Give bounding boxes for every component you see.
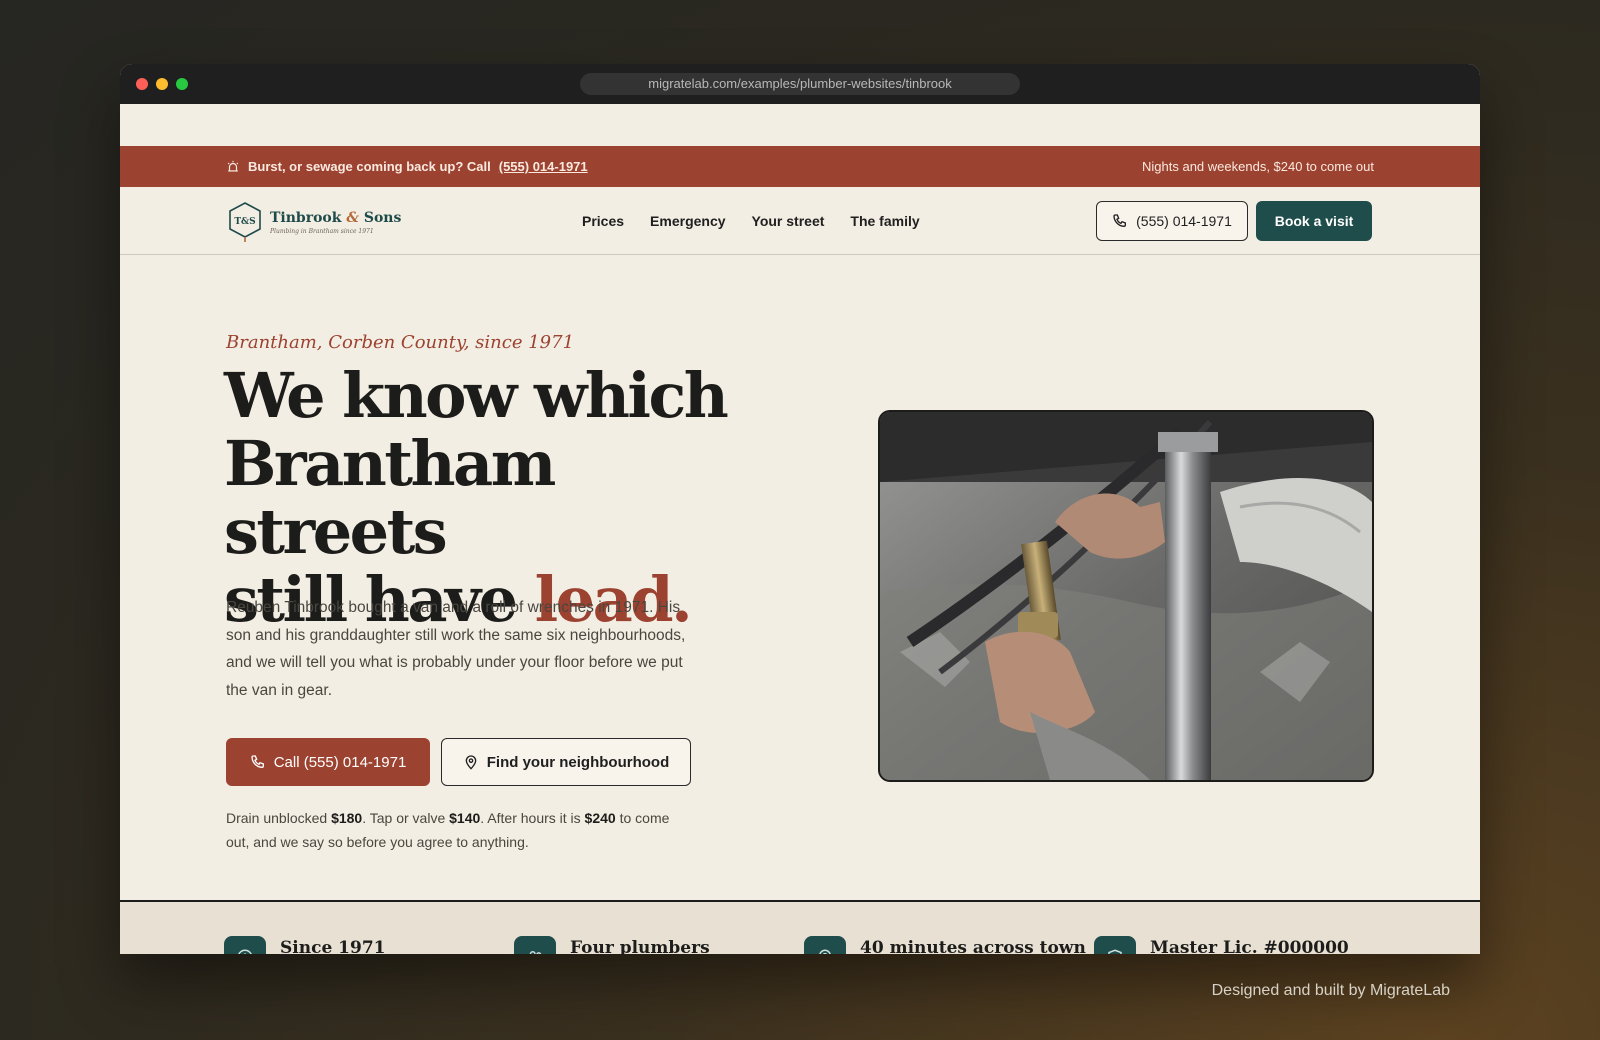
find-neighbourhood-label: Find your neighbourhood	[486, 753, 670, 771]
price-summary: Drain unblocked $180. Tap or valve $140.…	[226, 810, 670, 850]
nav-link-the-family[interactable]: The family	[850, 213, 919, 229]
nav-link-emergency[interactable]: Emergency	[650, 213, 725, 229]
brand-tagline: Plumbing in Brantham since 1971	[270, 227, 374, 235]
nav-link-prices[interactable]: Prices	[582, 213, 624, 229]
people-icon	[514, 936, 556, 954]
stat-travel-time: 40 minutes across town	[804, 936, 1086, 954]
logo-monogram: T&S	[234, 217, 255, 227]
alert-message: Burst, or sewage coming back up? Call (5…	[226, 146, 588, 187]
brand-name: Tinbrook & Sons	[270, 209, 402, 226]
hero-photo	[878, 410, 1374, 782]
call-button[interactable]: Call (555) 014-1971	[226, 738, 430, 786]
siren-icon	[227, 160, 239, 172]
price-after-hours: $240	[584, 810, 616, 826]
price-tap: $140	[449, 810, 481, 826]
address-bar[interactable]: migratelab.com/examples/plumber-websites…	[580, 73, 1020, 95]
after-hours-note: Nights and weekends, $240 to come out	[1142, 159, 1374, 174]
stat-travel-time-label: 40 minutes across town	[860, 938, 1086, 954]
map-pin-icon	[465, 755, 477, 770]
shield-icon	[1094, 936, 1136, 954]
hero-lede: Reuben Tinbrook bought a van and a roll …	[226, 599, 686, 699]
main-nav: T&S Tinbrook & Sons Plumbing in Brantham…	[120, 187, 1480, 255]
top-spacer	[120, 104, 1480, 146]
stats-strip: Since 1971 Four plumbers 40 minutes acro…	[120, 900, 1480, 954]
nav-phone-button[interactable]: (555) 014-1971	[1096, 201, 1248, 241]
page-viewport: Burst, or sewage coming back up? Call (5…	[120, 104, 1480, 954]
price-drain: $180	[331, 810, 363, 826]
browser-chrome: migratelab.com/examples/plumber-websites…	[120, 64, 1480, 104]
alert-text: Burst, or sewage coming back up? Call	[248, 159, 491, 174]
find-neighbourhood-button[interactable]: Find your neighbourhood	[441, 738, 691, 786]
emergency-alert-bar: Burst, or sewage coming back up? Call (5…	[120, 146, 1480, 187]
maximize-window-button[interactable]	[176, 78, 188, 90]
browser-window: migratelab.com/examples/plumber-websites…	[120, 64, 1480, 954]
minimize-window-button[interactable]	[156, 78, 168, 90]
plumber-at-work-image	[880, 412, 1372, 780]
nav-phone-label: (555) 014-1971	[1136, 213, 1232, 229]
stat-plumbers-label: Four plumbers	[570, 938, 710, 954]
hero-eyebrow: Brantham, Corben County, since 1971	[226, 332, 575, 353]
call-button-label: Call (555) 014-1971	[273, 753, 407, 771]
logo-badge-icon: T&S	[229, 202, 261, 242]
phone-icon	[251, 755, 264, 769]
pin-icon	[804, 936, 846, 954]
close-window-button[interactable]	[136, 78, 148, 90]
stat-license: Master Lic. #000000	[1094, 936, 1349, 954]
logo[interactable]: T&S Tinbrook & Sons Plumbing in Brantham…	[226, 201, 401, 243]
nav-link-your-street[interactable]: Your street	[752, 213, 825, 229]
designer-credit: Designed and built by MigrateLab	[1211, 982, 1450, 999]
nav-links: Prices Emergency Your street The family	[582, 187, 920, 254]
phone-icon	[1113, 214, 1127, 228]
stat-since: Since 1971	[224, 936, 386, 954]
clock-icon	[224, 936, 266, 954]
stat-since-label: Since 1971	[280, 938, 386, 954]
alert-phone-link[interactable]: (555) 014-1971	[499, 159, 588, 174]
stat-license-label: Master Lic. #000000	[1150, 938, 1349, 954]
book-visit-button[interactable]: Book a visit	[1256, 201, 1372, 241]
stat-plumbers: Four plumbers	[514, 936, 710, 954]
